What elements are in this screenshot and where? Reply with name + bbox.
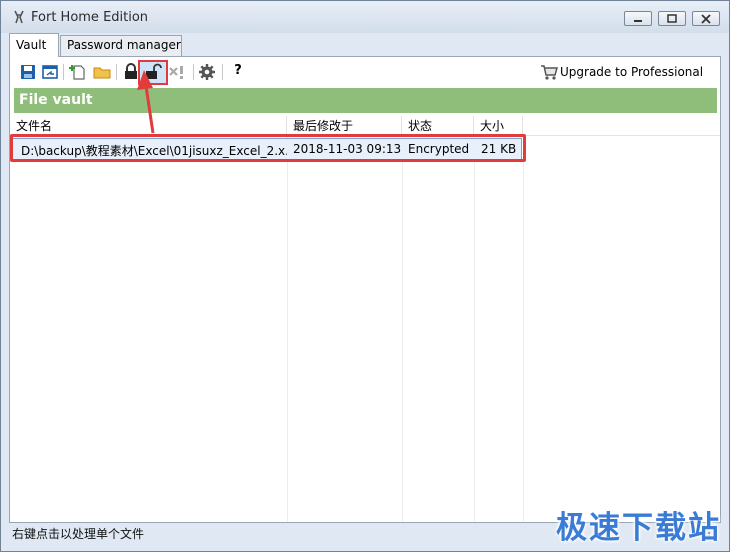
minimize-icon bbox=[634, 20, 642, 22]
row-highlight-box bbox=[10, 134, 526, 162]
title-bar: Fort Home Edition bbox=[1, 1, 729, 33]
vault-header: File vault bbox=[14, 88, 717, 113]
remove-icon[interactable] bbox=[168, 63, 186, 81]
open-vault-icon[interactable] bbox=[41, 63, 59, 81]
toolbar-separator bbox=[116, 64, 117, 80]
column-header-size[interactable]: 大小 bbox=[474, 116, 523, 136]
column-header-name[interactable]: 文件名 bbox=[10, 116, 287, 136]
column-divider bbox=[287, 136, 288, 522]
cart-icon bbox=[541, 65, 558, 80]
toolbar-separator bbox=[222, 64, 223, 80]
column-header-status[interactable]: 状态 bbox=[402, 116, 474, 136]
save-icon[interactable] bbox=[19, 63, 37, 81]
upgrade-button[interactable]: Upgrade to Professional bbox=[540, 63, 708, 81]
lock-icon[interactable] bbox=[122, 63, 140, 81]
column-divider bbox=[402, 136, 403, 522]
app-window: Fort Home Edition Vault Password manager bbox=[0, 0, 730, 552]
tab-password-manager[interactable]: Password manager bbox=[60, 35, 182, 56]
toolbar: ? Upgrade to Professional bbox=[10, 57, 720, 87]
vault-panel: ? Upgrade to Professional File vault 文件名… bbox=[9, 56, 721, 523]
column-header-modified[interactable]: 最后修改于 bbox=[287, 116, 402, 136]
toolbar-separator bbox=[63, 64, 64, 80]
unlock-icon[interactable] bbox=[144, 63, 162, 81]
maximize-button[interactable] bbox=[658, 11, 686, 26]
tab-bar: Vault Password manager bbox=[9, 33, 721, 57]
close-button[interactable] bbox=[692, 11, 720, 26]
watermark: 极速下载站 bbox=[556, 510, 721, 546]
close-icon bbox=[701, 14, 711, 24]
column-divider bbox=[474, 136, 475, 522]
settings-icon[interactable] bbox=[198, 63, 216, 81]
tab-vault[interactable]: Vault bbox=[9, 33, 59, 57]
upgrade-label: Upgrade to Professional bbox=[560, 65, 704, 79]
column-divider bbox=[523, 136, 524, 522]
maximize-icon bbox=[667, 14, 677, 23]
status-text: 右键点击以处理单个文件 bbox=[12, 527, 145, 541]
window-title: Fort Home Edition bbox=[31, 10, 149, 25]
toolbar-separator bbox=[193, 64, 194, 80]
add-file-icon[interactable] bbox=[69, 63, 87, 81]
column-header-filler bbox=[523, 116, 720, 136]
app-logo-icon bbox=[14, 10, 24, 24]
minimize-button[interactable] bbox=[624, 11, 652, 26]
help-button[interactable]: ? bbox=[229, 63, 247, 81]
file-list: 文件名 最后修改于 状态 大小 D:\backup\教程素材\Excel\01j… bbox=[10, 116, 720, 522]
add-folder-icon[interactable] bbox=[93, 63, 111, 81]
